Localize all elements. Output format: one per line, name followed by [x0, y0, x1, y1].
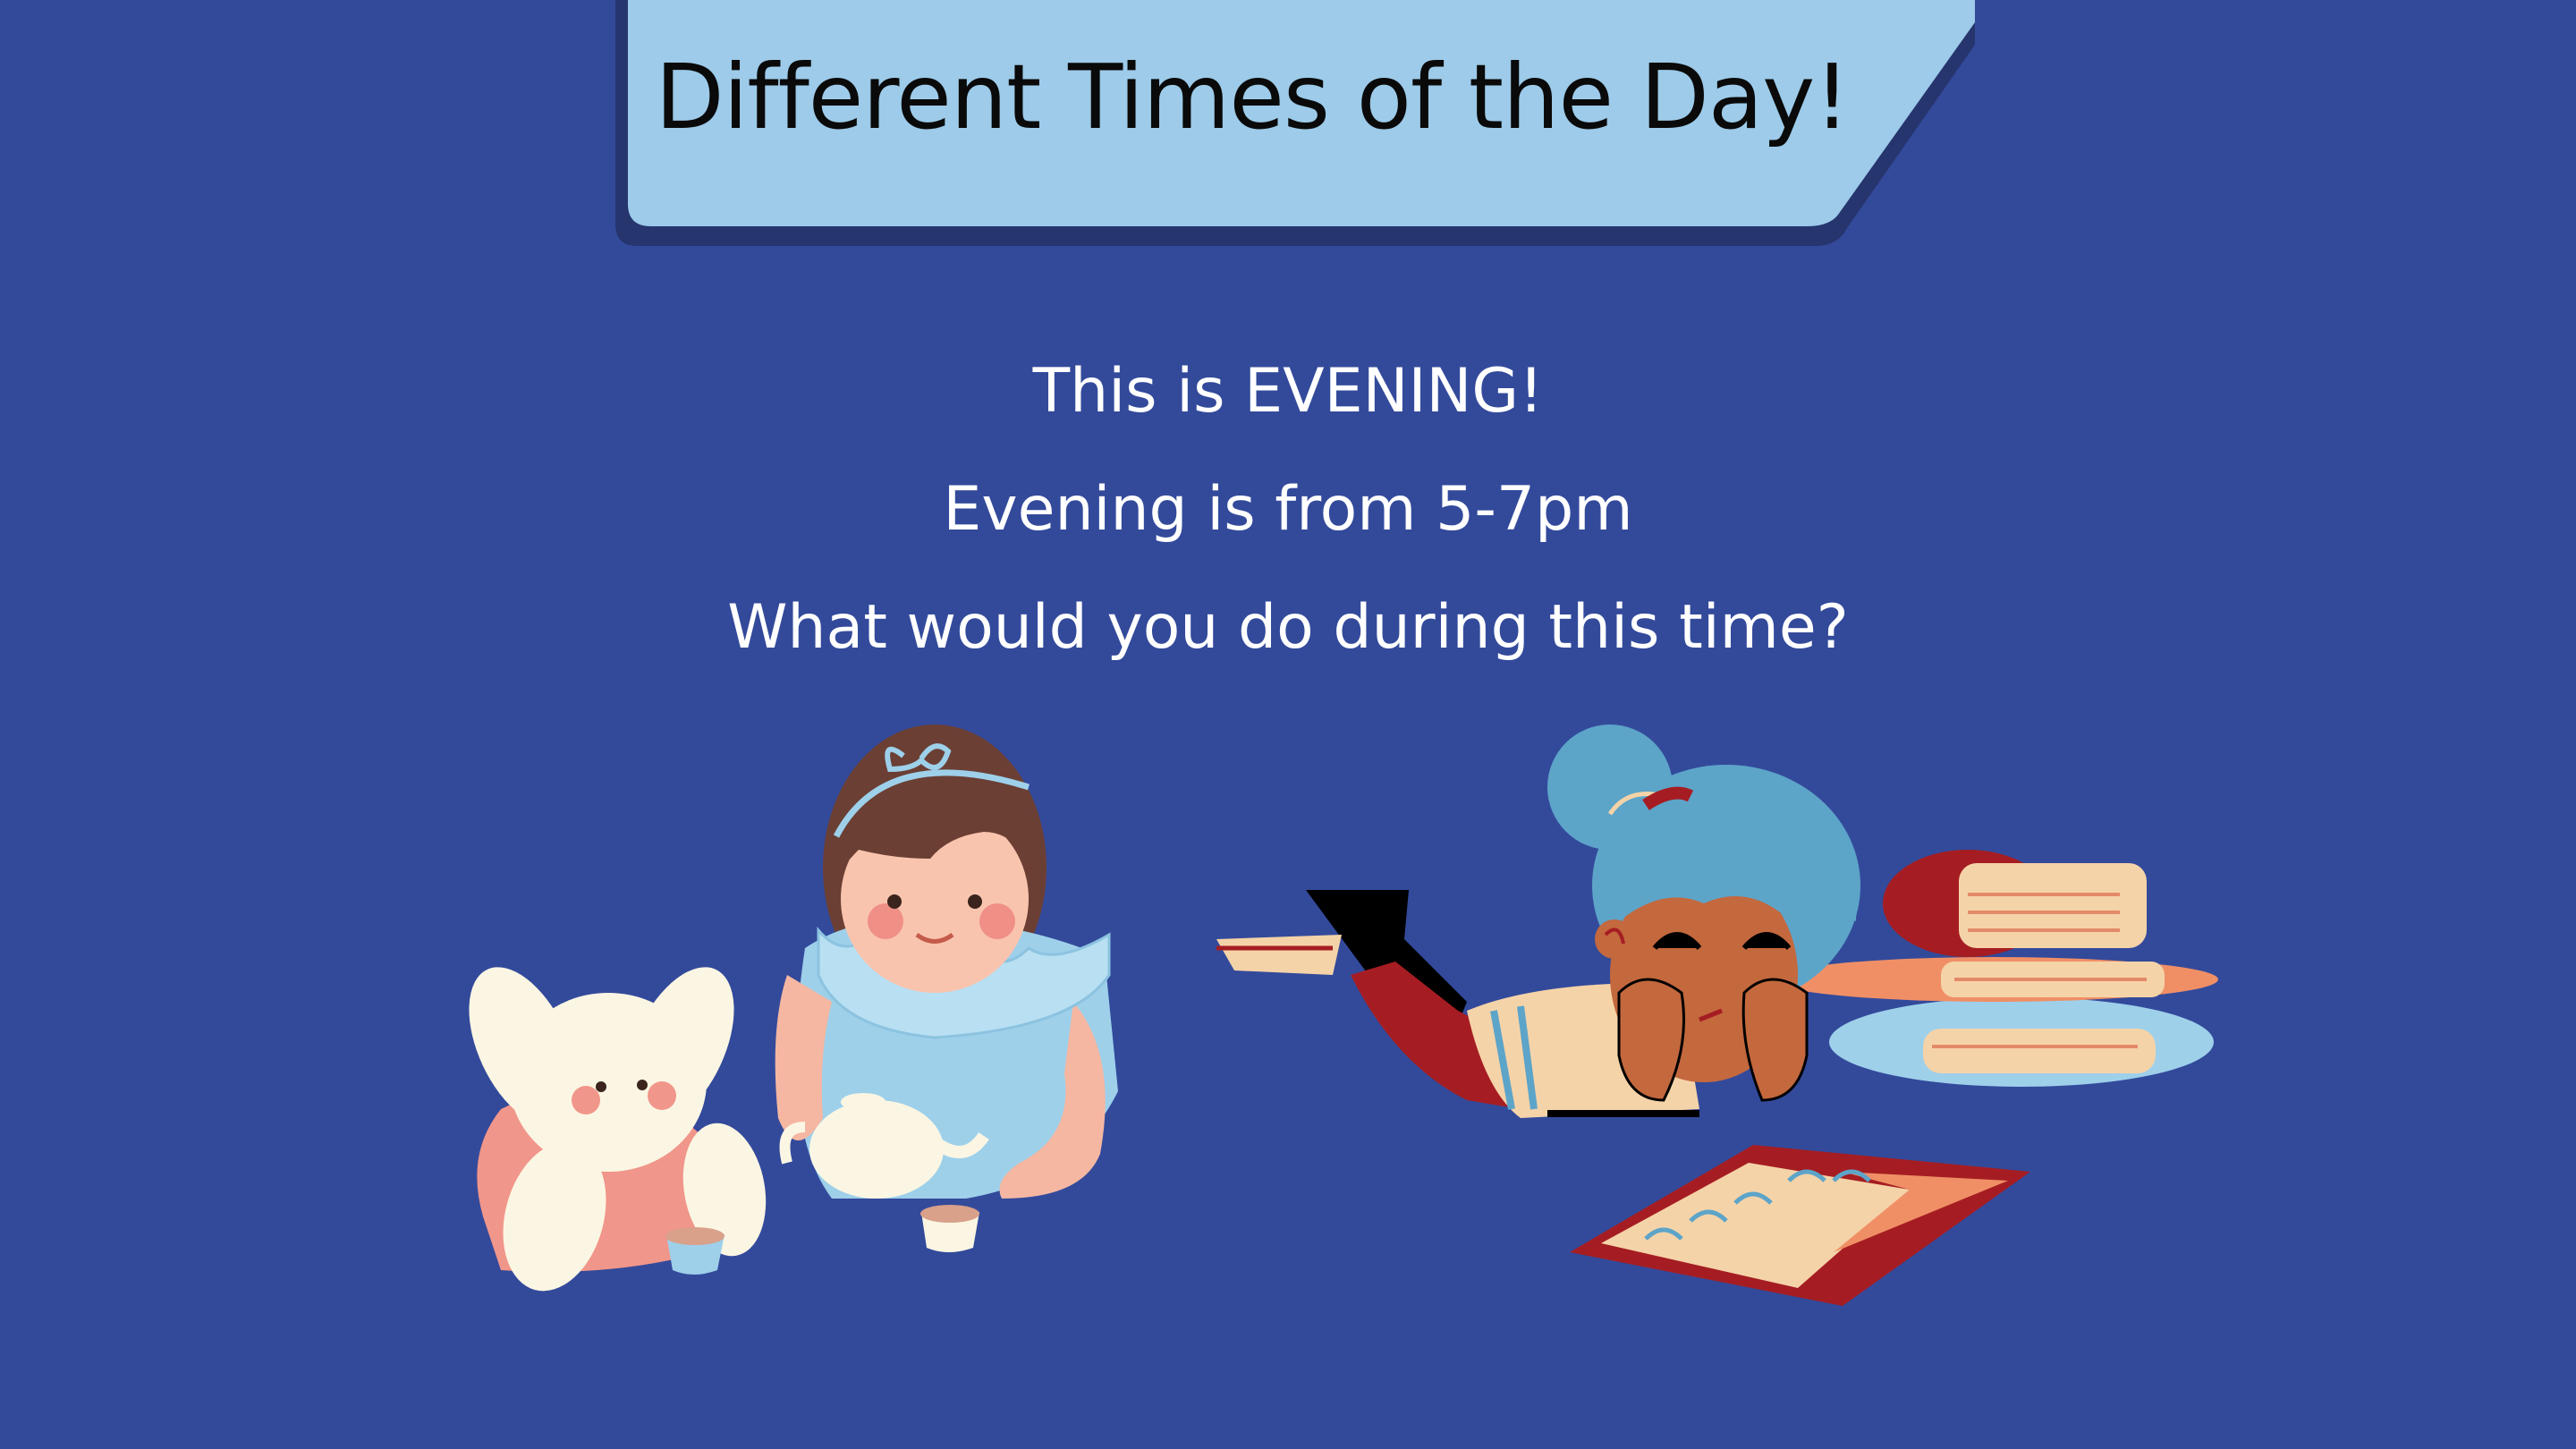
evening-question: What would you do during this time?: [727, 592, 1849, 663]
evening-time-range: Evening is from 5-7pm: [943, 474, 1633, 545]
evening-heading: This is EVENING!: [1032, 356, 1544, 427]
page-title: Different Times of the Day!: [655, 44, 1851, 149]
title-banner: Different Times of the Day!: [0, 0, 2576, 268]
illustrations: [469, 724, 2218, 1306]
girl-tea-party-illustration: [469, 724, 1118, 1292]
child-reading-illustration: [1216, 724, 2218, 1306]
